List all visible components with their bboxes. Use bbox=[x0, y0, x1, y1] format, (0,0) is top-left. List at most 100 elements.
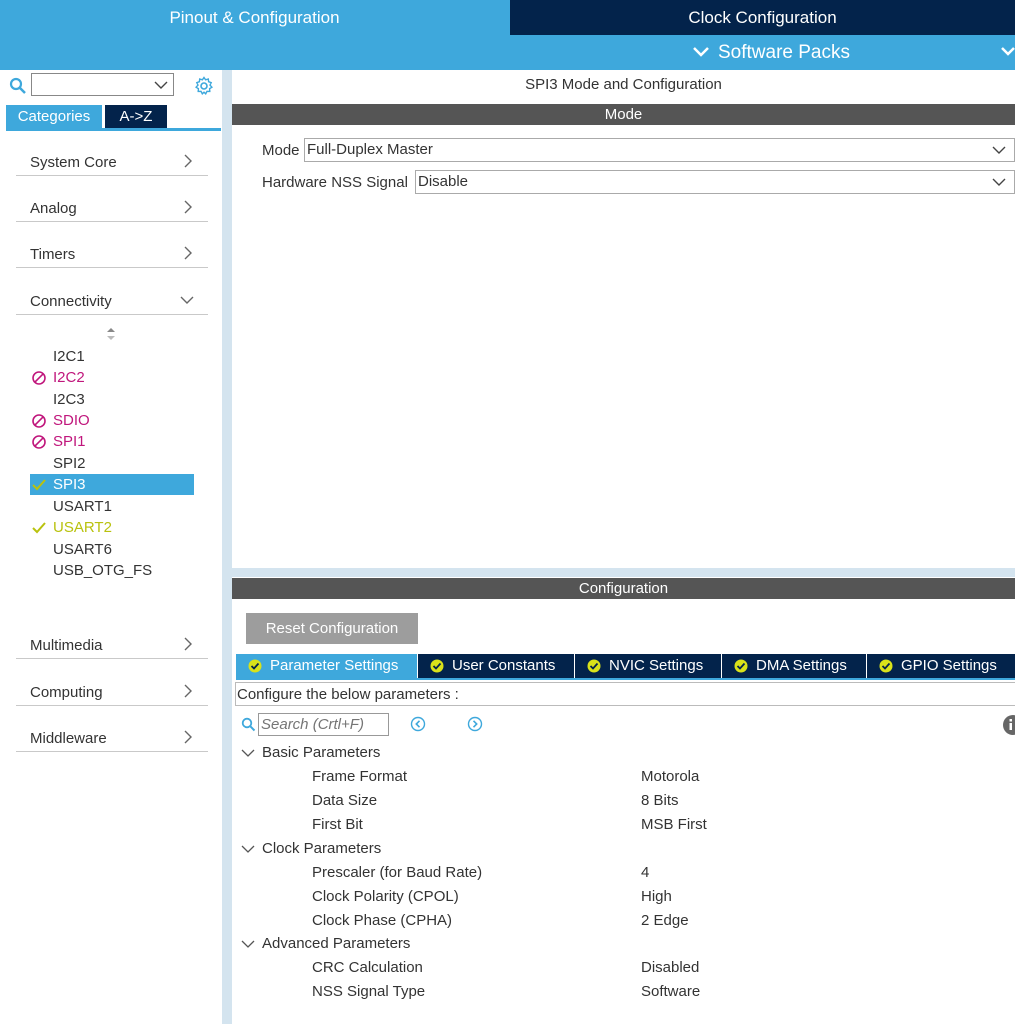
category-analog[interactable]: Analog bbox=[16, 186, 208, 222]
chevron-down-icon bbox=[992, 178, 1006, 186]
chevron-right-icon bbox=[184, 200, 192, 214]
check-circle-icon bbox=[430, 659, 444, 673]
peripheral-usart6[interactable]: USART6 bbox=[30, 539, 194, 560]
next-icon[interactable] bbox=[467, 716, 483, 732]
panel-divider[interactable] bbox=[222, 70, 232, 1024]
chevron-down-icon bbox=[241, 940, 255, 948]
tab-a-z[interactable]: A->Z bbox=[105, 105, 167, 129]
param-value: High bbox=[641, 888, 672, 905]
top-bar: Pinout & Configuration Clock Configurati… bbox=[0, 0, 1015, 70]
param-value: MSB First bbox=[641, 816, 707, 833]
peripheral-spi1[interactable]: SPI1 bbox=[30, 431, 194, 452]
param-row[interactable]: CRC Calculation Disabled bbox=[312, 957, 1015, 979]
peripheral-label: SPI1 bbox=[53, 433, 86, 450]
group-label: Advanced Parameters bbox=[262, 935, 411, 952]
software-packs-menu[interactable]: Software Packs bbox=[0, 35, 1015, 70]
param-row[interactable]: Prescaler (for Baud Rate) 4 bbox=[312, 862, 1015, 884]
nss-signal-select[interactable]: Disable bbox=[415, 170, 1015, 194]
peripheral-spi2[interactable]: SPI2 bbox=[30, 453, 194, 474]
param-name: First Bit bbox=[312, 816, 363, 833]
param-row[interactable]: Data Size 8 Bits bbox=[312, 790, 1015, 812]
chevron-right-icon bbox=[184, 684, 192, 698]
tab-label: User Constants bbox=[452, 657, 556, 674]
tab-clock-configuration[interactable]: Clock Configuration bbox=[510, 0, 1015, 35]
peripheral-i2c1[interactable]: I2C1 bbox=[30, 346, 194, 367]
search-icon[interactable] bbox=[9, 77, 27, 95]
sort-arrows-icon[interactable] bbox=[104, 326, 118, 342]
tab-user-constants[interactable]: User Constants bbox=[418, 654, 575, 678]
chevron-down-icon bbox=[241, 749, 255, 757]
checkmark-icon bbox=[32, 522, 46, 534]
checkmark-icon bbox=[32, 479, 46, 491]
peripheral-i2c3[interactable]: I2C3 bbox=[30, 389, 194, 410]
tab-label: NVIC Settings bbox=[609, 657, 704, 674]
tab-underline bbox=[236, 678, 1015, 680]
tab-nvic-settings[interactable]: NVIC Settings bbox=[575, 654, 722, 678]
peripheral-usart1[interactable]: USART1 bbox=[30, 496, 194, 517]
param-value: Disabled bbox=[641, 959, 700, 976]
param-row[interactable]: Clock Polarity (CPOL) High bbox=[312, 886, 1015, 908]
tab-parameter-settings[interactable]: Parameter Settings bbox=[236, 654, 418, 678]
peripheral-usart2[interactable]: USART2 bbox=[30, 517, 194, 538]
category-middleware[interactable]: Middleware bbox=[16, 716, 208, 752]
peripheral-label: SDIO bbox=[53, 412, 90, 429]
category-computing[interactable]: Computing bbox=[16, 670, 208, 706]
param-row[interactable]: NSS Signal Type Software bbox=[312, 981, 1015, 1003]
search-combobox[interactable] bbox=[31, 73, 174, 96]
tab-dma-settings[interactable]: DMA Settings bbox=[722, 654, 867, 678]
category-label: Computing bbox=[30, 684, 103, 701]
previous-icon[interactable] bbox=[410, 716, 426, 732]
check-circle-icon bbox=[879, 659, 893, 673]
info-icon[interactable] bbox=[1003, 715, 1015, 735]
peripheral-label: I2C1 bbox=[53, 348, 85, 365]
section-splitter[interactable] bbox=[232, 568, 1015, 577]
tab-label: DMA Settings bbox=[756, 657, 847, 674]
peripheral-label: USART2 bbox=[53, 519, 112, 536]
nss-signal-select-value: Disable bbox=[418, 173, 469, 190]
param-row[interactable]: First Bit MSB First bbox=[312, 814, 1015, 836]
chevron-right-icon bbox=[184, 730, 192, 744]
reset-configuration-button[interactable]: Reset Configuration bbox=[246, 613, 418, 644]
peripheral-sdio[interactable]: SDIO bbox=[30, 410, 194, 431]
category-label: Connectivity bbox=[30, 293, 112, 310]
tab-underline bbox=[6, 128, 221, 131]
param-row[interactable]: Frame Format Motorola bbox=[312, 766, 1015, 788]
chevron-right-icon bbox=[184, 637, 192, 651]
gear-icon[interactable] bbox=[194, 76, 214, 96]
chevron-down-icon bbox=[154, 81, 168, 89]
mode-select-value: Full-Duplex Master bbox=[307, 141, 433, 158]
param-name: Clock Polarity (CPOL) bbox=[312, 888, 459, 905]
check-circle-icon bbox=[734, 659, 748, 673]
blocked-icon bbox=[32, 371, 46, 385]
param-row[interactable]: Clock Phase (CPHA) 2 Edge bbox=[312, 910, 1015, 932]
configuration-tabs: Parameter Settings User Constants NVIC S… bbox=[236, 654, 1015, 678]
param-name: Frame Format bbox=[312, 768, 408, 785]
tab-label: GPIO Settings bbox=[901, 657, 997, 674]
category-connectivity[interactable]: Connectivity bbox=[16, 279, 208, 315]
category-label: Middleware bbox=[30, 730, 107, 747]
peripheral-label: USART6 bbox=[53, 541, 112, 558]
chevron-down-icon[interactable] bbox=[1001, 43, 1015, 61]
group-label: Basic Parameters bbox=[262, 744, 381, 761]
software-packs-label: Software Packs bbox=[718, 42, 850, 63]
blocked-icon bbox=[32, 414, 46, 428]
tab-gpio-settings[interactable]: GPIO Settings bbox=[867, 654, 1015, 678]
category-label: Multimedia bbox=[30, 637, 103, 654]
tab-pinout-configuration[interactable]: Pinout & Configuration bbox=[0, 0, 509, 35]
peripheral-spi3[interactable]: SPI3 bbox=[30, 474, 194, 495]
chevron-right-icon bbox=[184, 246, 192, 260]
peripheral-usb-otg-fs[interactable]: USB_OTG_FS bbox=[30, 560, 194, 581]
category-multimedia[interactable]: Multimedia bbox=[16, 623, 208, 659]
mode-select[interactable]: Full-Duplex Master bbox=[304, 138, 1015, 162]
parameter-search-input[interactable] bbox=[258, 713, 389, 736]
category-label: System Core bbox=[30, 154, 117, 171]
configure-hint: Configure the below parameters : bbox=[235, 682, 1015, 706]
category-system-core[interactable]: System Core bbox=[16, 140, 208, 176]
peripheral-i2c2[interactable]: I2C2 bbox=[30, 367, 194, 388]
param-name: NSS Signal Type bbox=[312, 983, 426, 1000]
category-timers[interactable]: Timers bbox=[16, 232, 208, 268]
tab-categories[interactable]: Categories bbox=[6, 105, 102, 129]
param-value: 2 Edge bbox=[641, 912, 689, 929]
peripheral-label: SPI2 bbox=[53, 455, 86, 472]
chevron-down-icon bbox=[992, 146, 1006, 154]
